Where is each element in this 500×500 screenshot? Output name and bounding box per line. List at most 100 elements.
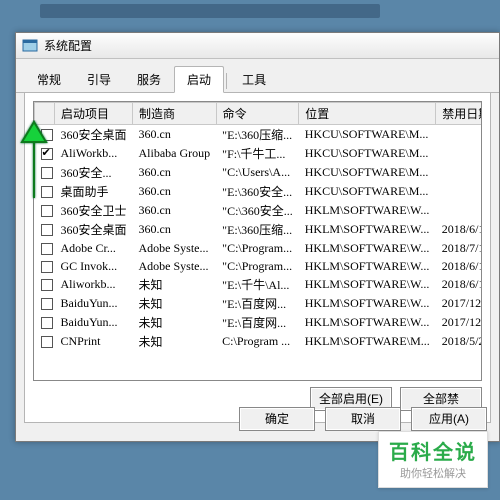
titlebar[interactable]: 系统配置 — [16, 33, 499, 59]
startup-checkbox[interactable] — [41, 167, 53, 179]
startup-checkbox[interactable] — [41, 186, 53, 198]
cancel-button[interactable]: 取消 — [325, 407, 401, 431]
cell-loc: HKCU\SOFTWARE\M... — [299, 144, 436, 163]
cell-item: Adobe Cr... — [55, 239, 133, 257]
column-header[interactable]: 命令 — [216, 103, 299, 125]
cell-cmd: C:\Program ... — [216, 332, 299, 351]
cell-date: 2018/6/10 — [436, 275, 482, 294]
watermark-title: 百科全说 — [389, 436, 477, 465]
table-row[interactable]: Adobe Cr...Adobe Syste..."C:\Program...H… — [35, 239, 483, 257]
cell-loc: HKLM\SOFTWARE\W... — [299, 220, 436, 239]
cell-maker: 未知 — [133, 332, 217, 351]
table-row[interactable]: BaiduYun...未知"E:\百度网...HKLM\SOFTWARE\W..… — [35, 313, 483, 332]
cell-item: 360安全... — [55, 163, 133, 182]
cell-loc: HKCU\SOFTWARE\M... — [299, 163, 436, 182]
cell-date — [436, 125, 482, 145]
cell-maker: Alibaba Group — [133, 144, 217, 163]
startup-checkbox[interactable] — [41, 317, 53, 329]
startup-checkbox[interactable] — [41, 243, 53, 255]
cell-loc: HKLM\SOFTWARE\W... — [299, 275, 436, 294]
cell-date: 2018/6/10 — [436, 220, 482, 239]
table-row[interactable]: Aliworkb...未知"E:\千牛\Al...HKLM\SOFTWARE\W… — [35, 275, 483, 294]
cell-date: 2017/12/ — [436, 313, 482, 332]
cell-loc: HKLM\SOFTWARE\W... — [299, 257, 436, 275]
cell-loc: HKLM\SOFTWARE\M... — [299, 332, 436, 351]
cell-cmd: "E:\百度网... — [216, 313, 299, 332]
startup-checkbox[interactable] — [41, 279, 53, 291]
tab-3[interactable]: 启动 — [174, 66, 224, 93]
cell-cmd: "C:\Users\A... — [216, 163, 299, 182]
cell-item: 360安全桌面 — [55, 220, 133, 239]
startup-checkbox[interactable] — [41, 261, 53, 273]
column-header[interactable]: 禁用日期 — [436, 103, 482, 125]
cell-item: BaiduYun... — [55, 313, 133, 332]
startup-checkbox[interactable] — [41, 224, 53, 236]
startup-checkbox[interactable] — [41, 298, 53, 310]
table-row[interactable]: CNPrint未知C:\Program ...HKLM\SOFTWARE\M..… — [35, 332, 483, 351]
cell-maker: 未知 — [133, 294, 217, 313]
cell-date — [436, 201, 482, 220]
column-header[interactable]: 位置 — [299, 103, 436, 125]
ok-button[interactable]: 确定 — [239, 407, 315, 431]
tabstrip: 常规引导服务启动工具 — [16, 65, 499, 93]
cell-maker: Adobe Syste... — [133, 239, 217, 257]
cell-maker: 360.cn — [133, 201, 217, 220]
watermark: 百科全说 助你轻松解决 — [378, 431, 488, 488]
cell-item: BaiduYun... — [55, 294, 133, 313]
column-header[interactable]: 启动项目 — [55, 103, 133, 125]
table-row[interactable]: BaiduYun...未知"E:\百度网...HKLM\SOFTWARE\W..… — [35, 294, 483, 313]
table-row[interactable]: AliWorkb...Alibaba Group"F:\千牛工...HKCU\S… — [35, 144, 483, 163]
app-icon — [22, 38, 38, 54]
table-row[interactable]: 360安全桌面360.cn"E:\360压缩...HKCU\SOFTWARE\M… — [35, 125, 483, 145]
cell-item: 360安全卫士 — [55, 201, 133, 220]
msconfig-window: 系统配置 常规引导服务启动工具 启动项目制造商命令位置禁用日期 360安全桌面3… — [15, 32, 500, 442]
cell-maker: 未知 — [133, 275, 217, 294]
cell-date: 2018/5/22 — [436, 332, 482, 351]
tab-1[interactable]: 引导 — [74, 66, 124, 93]
cell-cmd: "C:\Program... — [216, 257, 299, 275]
startup-panel: 启动项目制造商命令位置禁用日期 360安全桌面360.cn"E:\360压缩..… — [24, 93, 491, 423]
tab-4[interactable]: 工具 — [229, 66, 279, 93]
cell-date: 2018/6/10 — [436, 257, 482, 275]
apply-button[interactable]: 应用(A) — [411, 407, 487, 431]
cell-maker: 360.cn — [133, 220, 217, 239]
cell-loc: HKLM\SOFTWARE\W... — [299, 294, 436, 313]
cell-date — [436, 163, 482, 182]
cell-loc: HKCU\SOFTWARE\M... — [299, 125, 436, 145]
table-row[interactable]: 360安全...360.cn"C:\Users\A...HKCU\SOFTWAR… — [35, 163, 483, 182]
cell-cmd: "E:\千牛\Al... — [216, 275, 299, 294]
cell-loc: HKCU\SOFTWARE\M... — [299, 182, 436, 201]
startup-checkbox[interactable] — [41, 148, 53, 160]
cell-item: AliWorkb... — [55, 144, 133, 163]
cell-loc: HKLM\SOFTWARE\W... — [299, 239, 436, 257]
startup-checkbox[interactable] — [41, 336, 53, 348]
cell-date: 2017/12/ — [436, 294, 482, 313]
startup-list[interactable]: 启动项目制造商命令位置禁用日期 360安全桌面360.cn"E:\360压缩..… — [33, 101, 482, 381]
cell-loc: HKLM\SOFTWARE\W... — [299, 313, 436, 332]
cell-cmd: "E:\百度网... — [216, 294, 299, 313]
cell-item: 桌面助手 — [55, 182, 133, 201]
cell-maker: 360.cn — [133, 182, 217, 201]
cell-cmd: "E:\360安全... — [216, 182, 299, 201]
tab-2[interactable]: 服务 — [124, 66, 174, 93]
cell-item: 360安全桌面 — [55, 125, 133, 145]
cell-cmd: "C:\Program... — [216, 239, 299, 257]
tab-0[interactable]: 常规 — [24, 66, 74, 93]
column-header[interactable]: 制造商 — [133, 103, 217, 125]
window-title: 系统配置 — [44, 37, 92, 54]
cell-maker: 360.cn — [133, 125, 217, 145]
table-row[interactable]: GC Invok...Adobe Syste..."C:\Program...H… — [35, 257, 483, 275]
cell-date — [436, 182, 482, 201]
cell-cmd: "F:\千牛工... — [216, 144, 299, 163]
table-row[interactable]: 360安全桌面360.cn"E:\360压缩...HKLM\SOFTWARE\W… — [35, 220, 483, 239]
startup-checkbox[interactable] — [41, 205, 53, 217]
cell-item: Aliworkb... — [55, 275, 133, 294]
table-row[interactable]: 桌面助手360.cn"E:\360安全...HKCU\SOFTWARE\M... — [35, 182, 483, 201]
cell-cmd: "C:\360安全... — [216, 201, 299, 220]
cell-cmd: "E:\360压缩... — [216, 220, 299, 239]
cell-cmd: "E:\360压缩... — [216, 125, 299, 145]
cell-item: CNPrint — [55, 332, 133, 351]
cell-date — [436, 144, 482, 163]
startup-checkbox[interactable] — [41, 129, 53, 141]
table-row[interactable]: 360安全卫士360.cn"C:\360安全...HKLM\SOFTWARE\W… — [35, 201, 483, 220]
